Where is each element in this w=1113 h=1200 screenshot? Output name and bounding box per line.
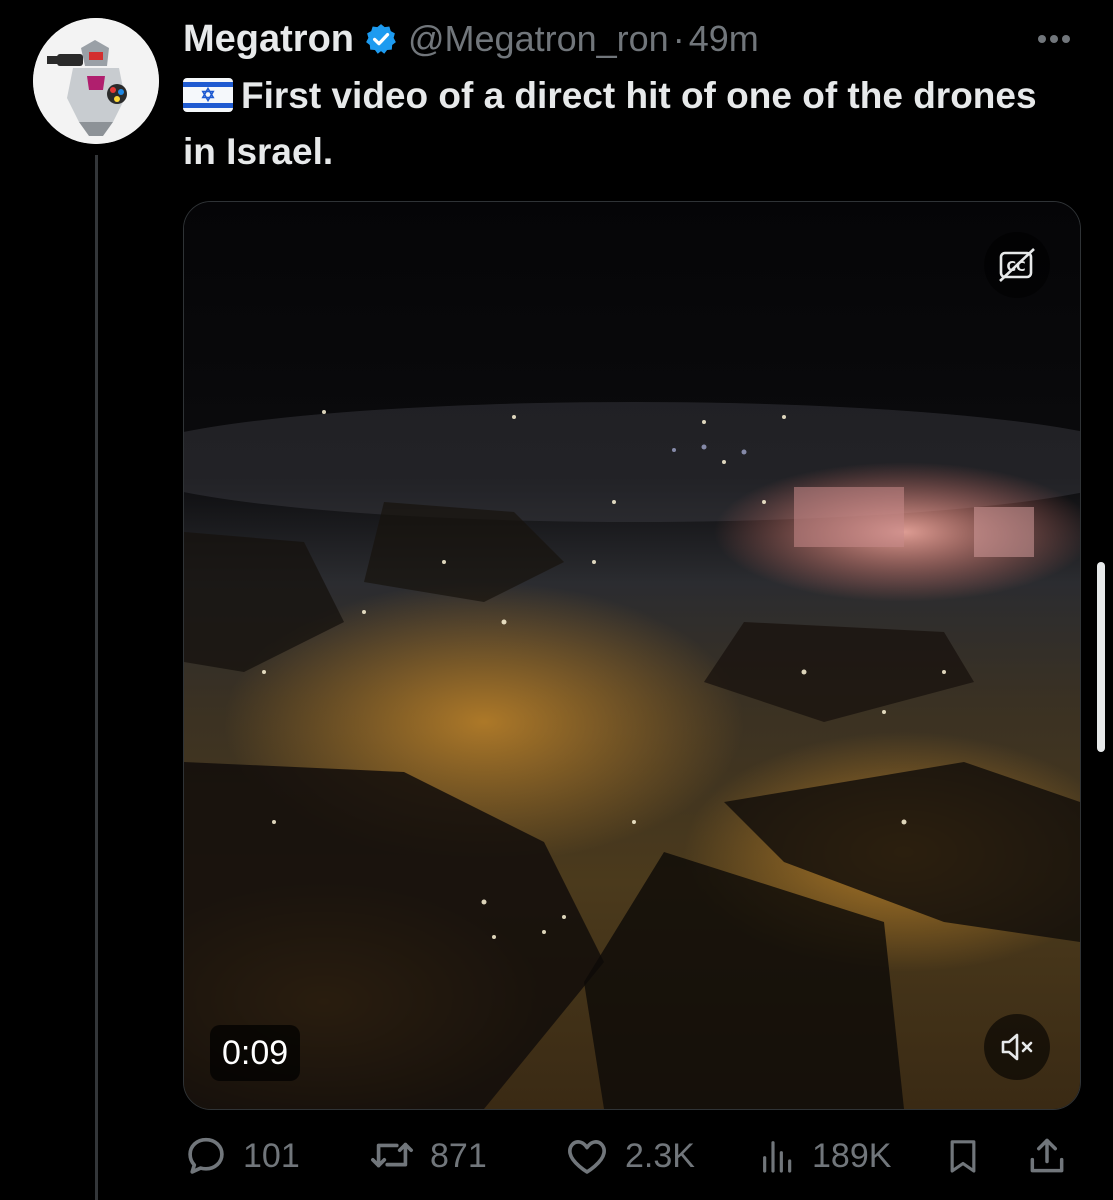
like-button[interactable]: 2.3K (563, 1128, 695, 1184)
views-chart-icon (763, 1141, 792, 1173)
tweet-body: First video of a direct hit of one of th… (183, 75, 1037, 172)
display-name[interactable]: Megatron (183, 18, 354, 61)
verified-badge-icon[interactable] (364, 22, 398, 56)
separator-dot: · (672, 18, 685, 59)
video-frame (184, 202, 1080, 1109)
like-count: 2.3K (625, 1136, 695, 1175)
scrollbar[interactable] (1097, 562, 1105, 752)
more-options-button[interactable] (1030, 24, 1078, 54)
timestamp[interactable]: 49m (689, 18, 759, 60)
user-handle[interactable]: @Megatron_ron (408, 18, 669, 60)
repost-count: 871 (430, 1136, 487, 1175)
more-options-icon (1038, 35, 1070, 43)
repost-icon (371, 1142, 413, 1168)
share-icon (1030, 1138, 1064, 1173)
view-count: 189K (812, 1136, 892, 1175)
tweet-header: Megatron @Megatron_ron · 49m (183, 14, 759, 64)
reply-icon (188, 1137, 224, 1174)
bookmark-button[interactable] (943, 1128, 983, 1184)
heart-icon (568, 1140, 606, 1174)
closed-captions-off-icon: CC (999, 248, 1035, 282)
video-duration: 0:09 (210, 1025, 301, 1081)
repost-button[interactable]: 871 (368, 1128, 487, 1184)
speaker-muted-icon (1001, 1033, 1033, 1061)
views-button[interactable]: 189K (758, 1128, 891, 1184)
tweet-actions-bar: 101 871 2.3K 189K (183, 1128, 1073, 1184)
share-button[interactable] (1025, 1128, 1069, 1184)
avatar[interactable] (33, 18, 159, 144)
tweet-text: First video of a direct hit of one of th… (183, 68, 1063, 180)
bookmark-icon (950, 1140, 976, 1173)
israel-flag-icon (183, 72, 233, 112)
video-player[interactable]: CC 0:09 (183, 201, 1081, 1110)
reply-button[interactable]: 101 (183, 1128, 300, 1184)
avatar-image (33, 18, 159, 144)
thread-line (95, 155, 98, 1200)
reply-count: 101 (243, 1136, 300, 1175)
mute-toggle-button[interactable] (984, 1014, 1050, 1080)
captions-button[interactable]: CC (984, 232, 1050, 298)
